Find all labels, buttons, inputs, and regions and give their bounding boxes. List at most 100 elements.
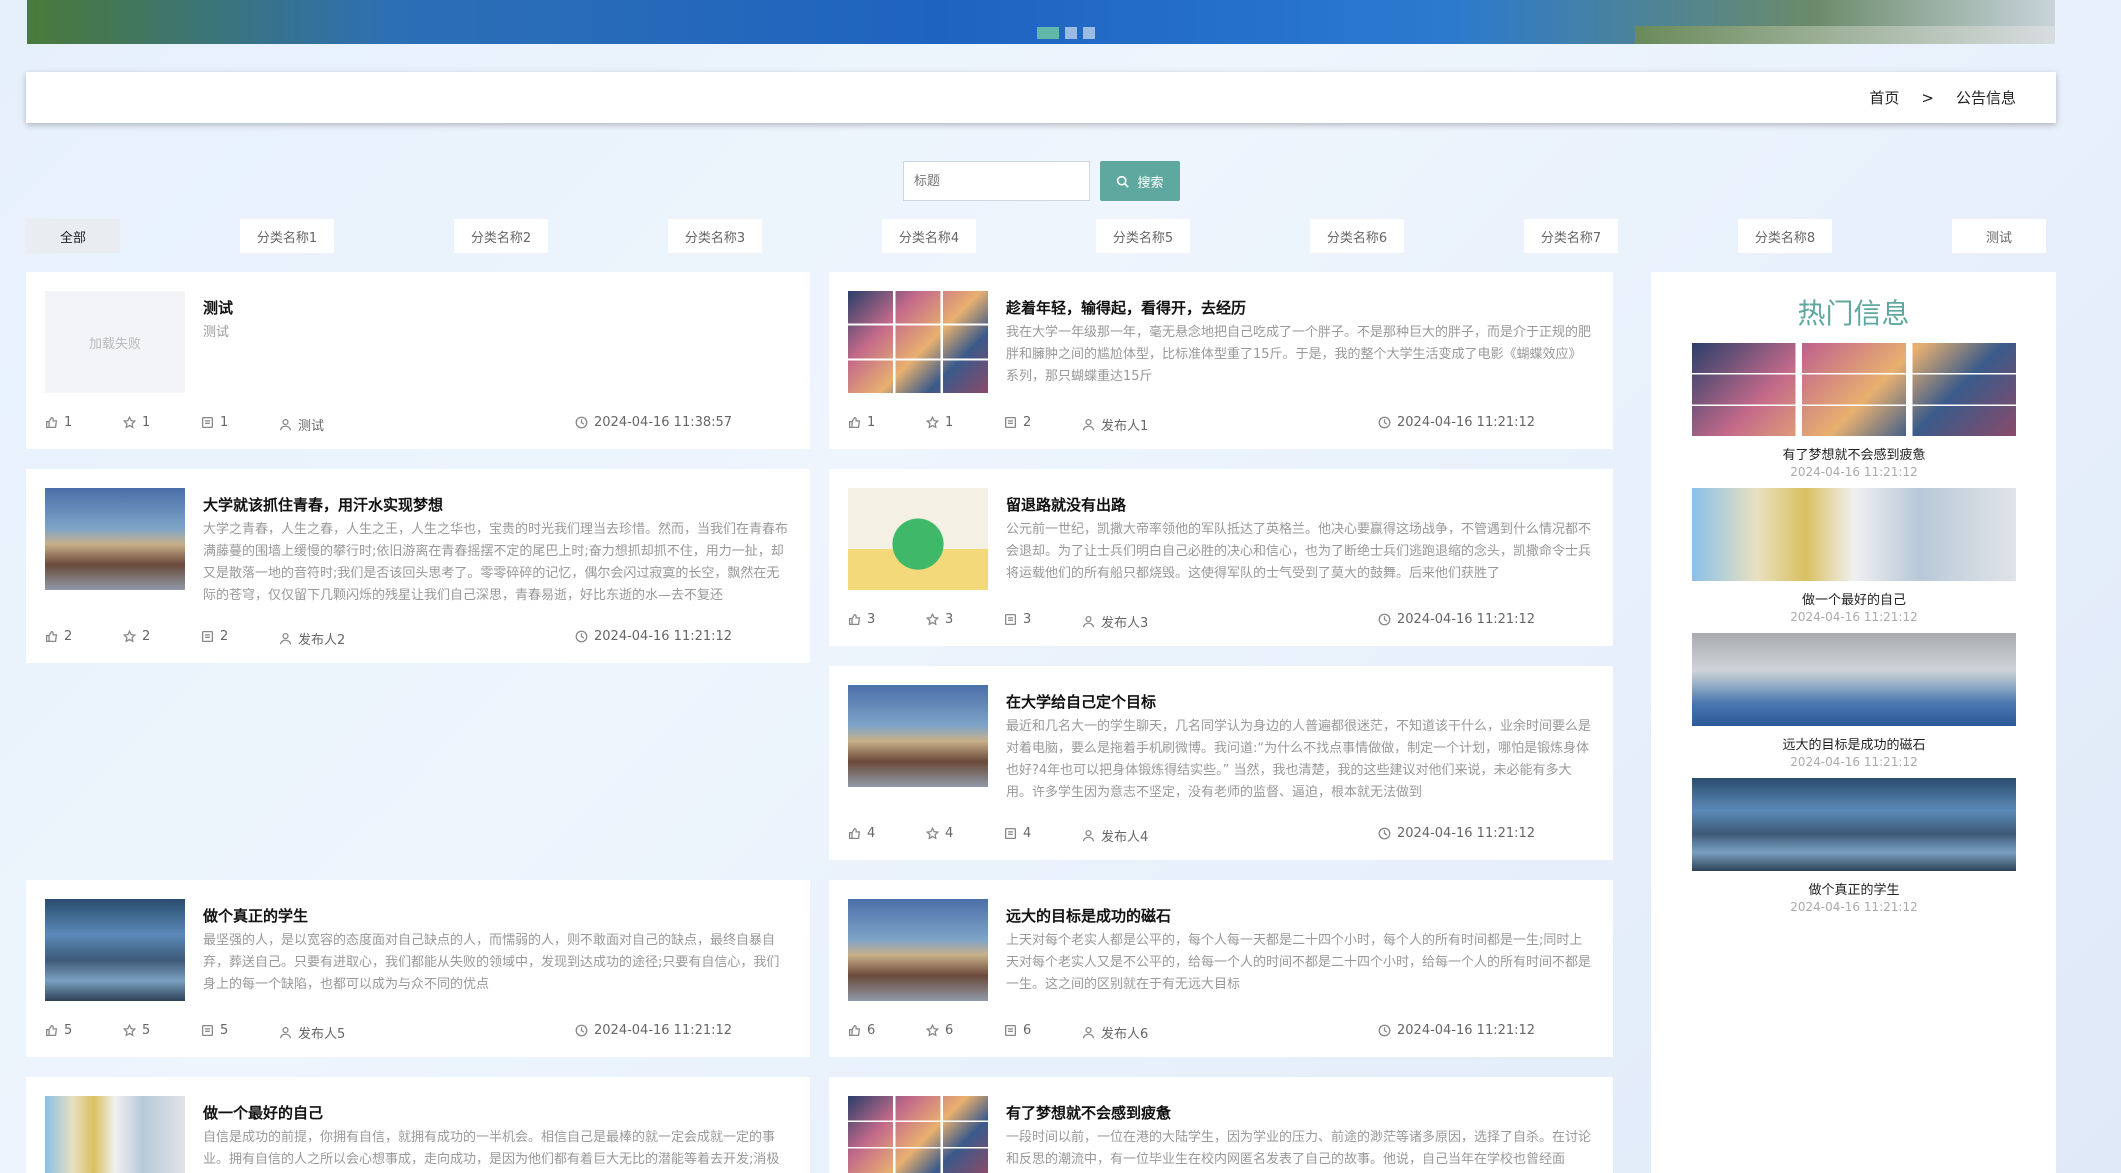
- article-title[interactable]: 趁着年轻，输得起，看得开，去经历: [1006, 298, 1591, 318]
- article-thumbnail: [848, 488, 988, 590]
- article-card[interactable]: 有了梦想就不会感到疲惫 一段时间以前，一位在港的大陆学生，因为学业的压力、前途的…: [829, 1077, 1613, 1173]
- article-title[interactable]: 做个真正的学生: [203, 906, 788, 926]
- category-2[interactable]: 分类名称2: [454, 219, 548, 253]
- favorite-count[interactable]: 1: [926, 415, 953, 430]
- favorite-count[interactable]: 4: [926, 826, 953, 841]
- thumbs-up-icon: [45, 1024, 58, 1037]
- article-thumbnail: [848, 685, 988, 787]
- article-title[interactable]: 做一个最好的自己: [203, 1103, 788, 1123]
- star-icon: [123, 630, 136, 643]
- hot-item-title[interactable]: 做一个最好的自己: [1692, 589, 2016, 608]
- comment-count[interactable]: 5: [201, 1023, 228, 1038]
- search-button[interactable]: 搜索: [1100, 161, 1180, 201]
- category-1[interactable]: 分类名称1: [240, 219, 334, 253]
- article-card[interactable]: 在大学给自己定个目标 最近和几名大一的学生聊天，几名同学认为身边的人普遍都很迷茫…: [829, 666, 1613, 860]
- thumbs-up-icon: [848, 827, 861, 840]
- star-icon: [926, 613, 939, 626]
- article-card[interactable]: 做个真正的学生 最坚强的人，是以宽容的态度面对自己缺点的人，而懦弱的人，则不敢面…: [26, 880, 810, 1057]
- article-card[interactable]: 远大的目标是成功的磁石 上天对每个老实人都是公平的，每个人每一天都是二十四个小时…: [829, 880, 1613, 1057]
- hot-info-panel: 热门信息 有了梦想就不会感到疲惫 2024-04-16 11:21:12 做一个…: [1651, 272, 2056, 1173]
- hot-item[interactable]: 做个真正的学生 2024-04-16 11:21:12: [1692, 778, 2016, 914]
- comment-count[interactable]: 3: [1004, 612, 1031, 627]
- article-summary: 大学之青春，人生之春，人生之王，人生之华也，宝贵的时光我们理当去珍惜。然而，当我…: [203, 522, 788, 603]
- breadcrumb-home-link[interactable]: 首页: [1869, 87, 1899, 108]
- banner-carousel[interactable]: [27, 0, 2055, 44]
- article-title[interactable]: 在大学给自己定个目标: [1006, 692, 1591, 712]
- like-count[interactable]: 3: [848, 612, 875, 627]
- favorite-count[interactable]: 3: [926, 612, 953, 627]
- article-title[interactable]: 大学就该抓住青春，用汗水实现梦想: [203, 495, 788, 515]
- favorite-count[interactable]: 6: [926, 1023, 953, 1038]
- star-icon: [123, 416, 136, 429]
- publish-time: 2024-04-16 11:21:12: [1378, 826, 1535, 841]
- star-icon: [926, 827, 939, 840]
- user-icon: [279, 1026, 292, 1039]
- article-card[interactable]: 大学就该抓住青春，用汗水实现梦想 大学之青春，人生之春，人生之王，人生之华也，宝…: [26, 469, 810, 663]
- hot-item[interactable]: 有了梦想就不会感到疲惫 2024-04-16 11:21:12: [1692, 343, 2016, 479]
- article-card[interactable]: 做一个最好的自己 自信是成功的前提，你拥有自信，就拥有成功的一半机会。相信自己是…: [26, 1077, 810, 1173]
- favorite-count[interactable]: 2: [123, 629, 150, 644]
- like-count[interactable]: 1: [45, 415, 72, 430]
- hot-item-image[interactable]: [1692, 633, 2016, 726]
- hot-item[interactable]: 远大的目标是成功的磁石 2024-04-16 11:21:12: [1692, 633, 2016, 769]
- publish-time: 2024-04-16 11:21:12: [575, 629, 732, 644]
- article-card[interactable]: 留退路就没有出路 公元前一世纪，凯撒大帝率领他的军队抵达了英格兰。他决心要赢得这…: [829, 469, 1613, 646]
- category-4[interactable]: 分类名称4: [882, 219, 976, 253]
- like-count[interactable]: 6: [848, 1023, 875, 1038]
- article-thumbnail-placeholder: 加载失败: [45, 291, 185, 393]
- article-card[interactable]: 加载失败 测试 测试 1 1 1 测试 2024-04-16 11:38:57: [26, 272, 810, 449]
- user-icon: [1082, 418, 1095, 431]
- category-test[interactable]: 测试: [1952, 219, 2046, 253]
- article-title[interactable]: 测试: [203, 298, 788, 318]
- category-all[interactable]: 全部: [26, 219, 120, 253]
- hot-item-date: 2024-04-16 11:21:12: [1790, 465, 1918, 479]
- like-count[interactable]: 1: [848, 415, 875, 430]
- favorite-count[interactable]: 1: [123, 415, 150, 430]
- hot-item-date: 2024-04-16 11:21:12: [1790, 755, 1918, 769]
- comment-count[interactable]: 1: [201, 415, 228, 430]
- comment-icon: [1004, 827, 1017, 840]
- hot-item-image[interactable]: [1692, 778, 2016, 871]
- hot-item-title[interactable]: 做个真正的学生: [1692, 879, 2016, 898]
- category-3[interactable]: 分类名称3: [668, 219, 762, 253]
- comment-icon: [1004, 416, 1017, 429]
- category-7[interactable]: 分类名称7: [1524, 219, 1618, 253]
- carousel-dot-1[interactable]: [1037, 27, 1059, 39]
- banner-image-detail: [1635, 26, 2055, 44]
- category-6[interactable]: 分类名称6: [1310, 219, 1404, 253]
- category-filter: 全部 分类名称1 分类名称2 分类名称3 分类名称4 分类名称5 分类名称6 分…: [26, 219, 2056, 253]
- like-count[interactable]: 2: [45, 629, 72, 644]
- hot-item-image[interactable]: [1692, 488, 2016, 581]
- article-thumbnail: [45, 899, 185, 1001]
- carousel-dot-3[interactable]: [1083, 27, 1095, 39]
- article-meta: 5 5 5 发布人5 2024-04-16 11:21:12: [45, 1023, 788, 1042]
- thumbs-up-icon: [848, 416, 861, 429]
- comment-count[interactable]: 6: [1004, 1023, 1031, 1038]
- favorite-count[interactable]: 5: [123, 1023, 150, 1038]
- search-input[interactable]: [903, 161, 1090, 201]
- article-summary: 公元前一世纪，凯撒大帝率领他的军队抵达了英格兰。他决心要赢得这场战争，不管遇到什…: [1006, 522, 1591, 581]
- article-title[interactable]: 有了梦想就不会感到疲惫: [1006, 1103, 1591, 1123]
- article-title[interactable]: 远大的目标是成功的磁石: [1006, 906, 1591, 926]
- comment-count[interactable]: 2: [201, 629, 228, 644]
- hot-item-image[interactable]: [1692, 343, 2016, 436]
- carousel-indicators: [1037, 27, 1095, 39]
- search-bar: 搜索: [903, 161, 1180, 201]
- article-card[interactable]: 趁着年轻，输得起，看得开，去经历 我在大学一年级那一年，毫无悬念地把自己吃成了一…: [829, 272, 1613, 449]
- hot-item-title[interactable]: 有了梦想就不会感到疲惫: [1692, 444, 2016, 463]
- hot-item[interactable]: 做一个最好的自己 2024-04-16 11:21:12: [1692, 488, 2016, 624]
- article-meta: 2 2 2 发布人2 2024-04-16 11:21:12: [45, 629, 788, 648]
- comment-icon: [201, 416, 214, 429]
- search-icon: [1117, 175, 1130, 188]
- comment-count[interactable]: 4: [1004, 826, 1031, 841]
- author: 发布人5: [279, 1023, 345, 1042]
- like-count[interactable]: 5: [45, 1023, 72, 1038]
- hot-item-title[interactable]: 远大的目标是成功的磁石: [1692, 734, 2016, 753]
- category-8[interactable]: 分类名称8: [1738, 219, 1832, 253]
- category-5[interactable]: 分类名称5: [1096, 219, 1190, 253]
- article-title[interactable]: 留退路就没有出路: [1006, 495, 1591, 515]
- comment-count[interactable]: 2: [1004, 415, 1031, 430]
- user-icon: [1082, 829, 1095, 842]
- like-count[interactable]: 4: [848, 826, 875, 841]
- carousel-dot-2[interactable]: [1065, 27, 1077, 39]
